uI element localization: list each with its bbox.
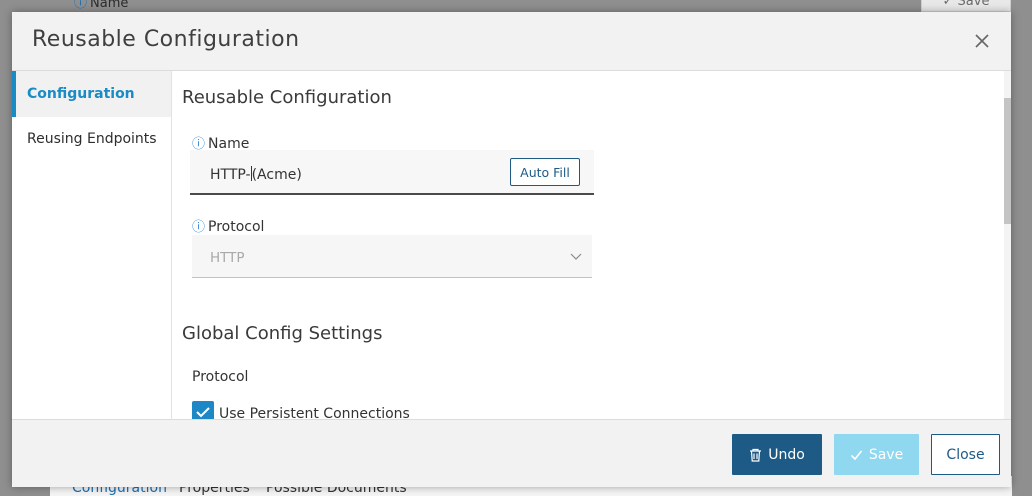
- background-save-button: ✓ Save: [921, 0, 1011, 12]
- check-icon: [196, 407, 210, 418]
- name-input-value: HTTP-(Acme): [210, 166, 302, 183]
- name-input[interactable]: HTTP-(Acme) Auto Fill: [190, 150, 594, 195]
- protocol-select[interactable]: HTTP: [192, 235, 592, 278]
- content-scrollbar[interactable]: [1004, 71, 1011, 419]
- undo-button[interactable]: Undo: [732, 434, 822, 475]
- chevron-down-icon: [570, 253, 582, 260]
- save-button[interactable]: Save: [834, 434, 919, 475]
- persistent-connections-label: Use Persistent Connections: [219, 406, 410, 419]
- auto-fill-button[interactable]: Auto Fill: [510, 158, 580, 186]
- check-icon: [850, 449, 862, 460]
- background-name-label: ⓘ Name: [74, 0, 128, 11]
- reusable-configuration-dialog: Reusable Configuration Configuration Reu…: [12, 12, 1011, 487]
- scrollbar-thumb[interactable]: [1004, 98, 1011, 224]
- protocol-field-label: ⓘ Protocol: [192, 219, 265, 235]
- protocol-select-value: HTTP: [210, 250, 245, 266]
- dialog-title: Reusable Configuration: [32, 27, 300, 52]
- dialog-content: Reusable Configuration ⓘ Name HTTP-(Acme)…: [172, 71, 1011, 419]
- info-icon: ⓘ: [192, 220, 206, 235]
- close-button[interactable]: Close: [931, 434, 1000, 475]
- dialog-footer: Undo Save Close: [12, 419, 1011, 487]
- info-icon: ⓘ: [74, 0, 88, 11]
- global-config-title: Global Config Settings: [182, 323, 383, 344]
- dialog-sidebar: Configuration Reusing Endpoints: [12, 71, 172, 419]
- persistent-connections-checkbox[interactable]: [192, 401, 214, 419]
- close-icon[interactable]: [970, 29, 994, 53]
- section-title: Reusable Configuration: [182, 87, 392, 108]
- sidebar-item-configuration[interactable]: Configuration: [12, 71, 171, 117]
- global-protocol-label: Protocol: [192, 369, 249, 385]
- dialog-header: Reusable Configuration: [12, 12, 1011, 71]
- trash-icon: [750, 448, 762, 462]
- sidebar-item-reusing-endpoints[interactable]: Reusing Endpoints: [12, 116, 171, 162]
